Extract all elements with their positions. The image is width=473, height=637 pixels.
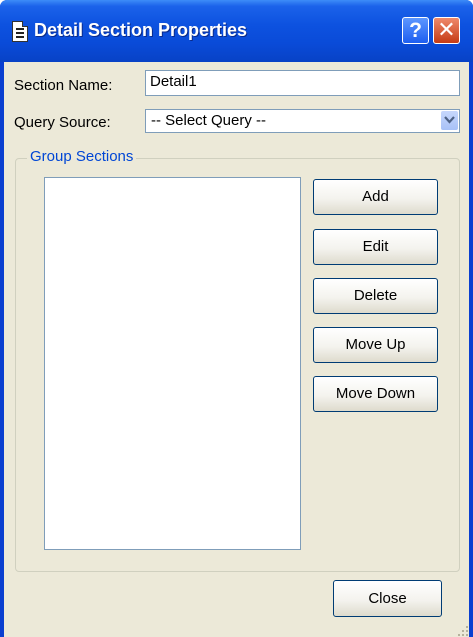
delete-button[interactable]: Delete <box>313 278 438 314</box>
dialog-client-area: Section Name: Detail1 Query Source: -- S… <box>4 62 469 637</box>
move-down-button-label: Move Down <box>335 385 416 402</box>
dialog-window: Detail Section Properties ? ✕ Section Na… <box>0 0 473 637</box>
close-icon[interactable]: ✕ <box>433 17 460 44</box>
group-sections-legend: Group Sections <box>27 148 137 165</box>
edit-button[interactable]: Edit <box>313 229 438 265</box>
move-up-button[interactable]: Move Up <box>313 327 438 363</box>
query-source-selected-value: -- Select Query -- <box>151 112 267 129</box>
query-source-select[interactable]: -- Select Query -- <box>145 109 460 133</box>
edit-button-label: Edit <box>362 238 389 255</box>
delete-button-label: Delete <box>353 287 398 304</box>
help-icon[interactable]: ? <box>402 17 429 44</box>
add-button-label: Add <box>362 188 389 205</box>
close-button-label: Close <box>368 590 407 607</box>
resize-grip-icon[interactable] <box>457 625 469 637</box>
document-icon <box>12 21 28 42</box>
move-down-button[interactable]: Move Down <box>313 376 438 412</box>
move-up-button-label: Move Up <box>345 336 406 353</box>
section-name-label: Section Name: <box>14 77 113 94</box>
chevron-down-icon[interactable] <box>441 111 458 130</box>
query-source-label: Query Source: <box>14 114 111 131</box>
title-bar[interactable]: Detail Section Properties ? ✕ <box>0 0 473 62</box>
close-button[interactable]: Close <box>333 580 442 617</box>
group-sections-listbox[interactable] <box>44 177 301 550</box>
add-button[interactable]: Add <box>313 179 438 215</box>
window-title: Detail Section Properties <box>34 20 248 40</box>
section-name-input[interactable]: Detail1 <box>145 70 460 96</box>
